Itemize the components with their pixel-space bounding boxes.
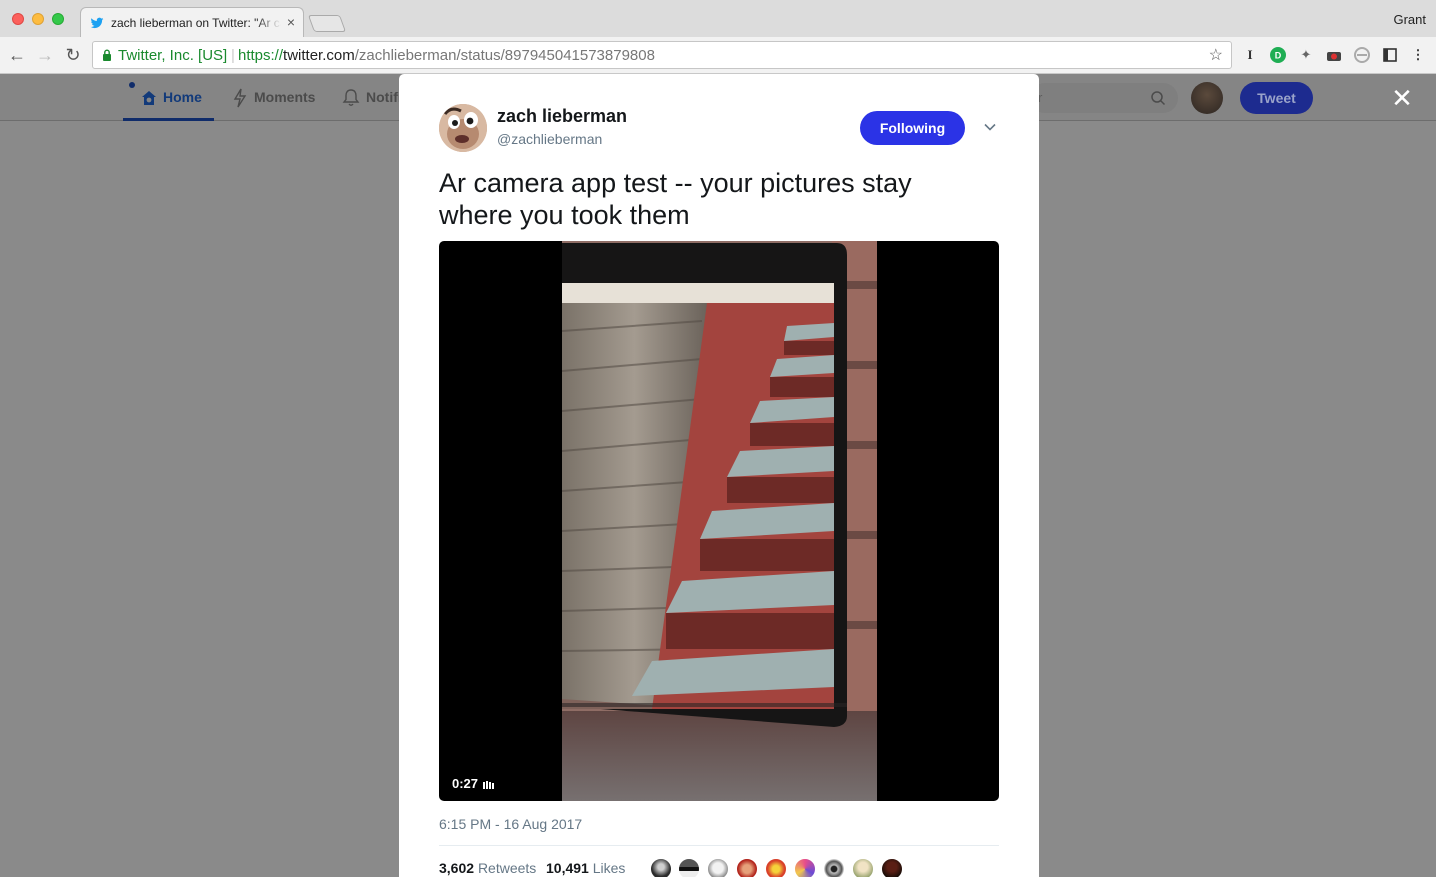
liker-avatar[interactable] bbox=[851, 857, 875, 877]
liker-avatar[interactable] bbox=[764, 857, 788, 877]
bookmark-star-icon[interactable]: ☆ bbox=[1209, 45, 1223, 65]
extension-pin-icon[interactable]: ✦ bbox=[1298, 47, 1314, 63]
liker-avatar[interactable] bbox=[822, 857, 846, 877]
url-separator: | bbox=[231, 47, 235, 64]
extension-window-icon[interactable] bbox=[1382, 47, 1398, 63]
window-close-button[interactable] bbox=[12, 13, 24, 25]
close-icon[interactable]: ✕ bbox=[1390, 85, 1414, 111]
liker-avatar[interactable] bbox=[880, 857, 904, 877]
volume-bars-icon bbox=[483, 781, 495, 789]
author-name[interactable]: zach lieberman bbox=[497, 106, 627, 127]
svg-text:D: D bbox=[1275, 51, 1282, 61]
stats-divider bbox=[439, 845, 999, 846]
address-bar[interactable]: Twitter, Inc. [US] | https://twitter.com… bbox=[92, 41, 1232, 69]
home-notification-dot bbox=[129, 82, 135, 88]
site-identity: Twitter, Inc. [US] bbox=[118, 47, 228, 64]
window-zoom-button[interactable] bbox=[52, 13, 64, 25]
extension-i-icon[interactable]: I bbox=[1242, 47, 1258, 63]
browser-tab-active[interactable]: zach lieberman on Twitter: "Ar camera ap… bbox=[80, 7, 304, 37]
extension-vpn-icon[interactable] bbox=[1354, 47, 1370, 63]
new-tab-button[interactable] bbox=[307, 15, 347, 32]
nav-notifications[interactable]: Notifi bbox=[366, 89, 402, 105]
forward-arrow-icon[interactable]: → bbox=[35, 45, 55, 65]
tweet-text: Ar camera app test -- your pictures stay… bbox=[439, 168, 912, 230]
liker-avatar[interactable] bbox=[706, 857, 730, 877]
notifications-bell-icon bbox=[342, 89, 360, 106]
author-avatar[interactable] bbox=[439, 104, 487, 152]
video-timecode: 0:27 bbox=[452, 776, 495, 791]
liker-avatar[interactable] bbox=[793, 857, 817, 877]
liker-avatar[interactable] bbox=[649, 857, 673, 877]
tweet-permalink-modal: zach lieberman @zachlieberman Following … bbox=[399, 74, 1039, 877]
window-minimize-button[interactable] bbox=[32, 13, 44, 25]
tweet-video[interactable]: 0:27 bbox=[439, 241, 999, 801]
url-text[interactable]: https://twitter.com/zachlieberman/status… bbox=[238, 47, 655, 64]
reload-icon[interactable]: ↻ bbox=[63, 45, 83, 65]
twitter-bird-icon bbox=[90, 17, 104, 29]
author-handle[interactable]: @zachlieberman bbox=[497, 131, 602, 147]
video-frame bbox=[562, 241, 877, 801]
twitter-search-box[interactable]: r bbox=[1030, 83, 1178, 113]
likes-stat[interactable]: 10,491 Likes bbox=[546, 860, 625, 876]
browser-toolbar: ← → ↻ Twitter, Inc. [US] | https://twitt… bbox=[0, 37, 1436, 74]
search-icon[interactable] bbox=[1150, 90, 1166, 106]
back-arrow-icon[interactable]: ← bbox=[7, 45, 27, 65]
tab-close-icon[interactable]: × bbox=[287, 14, 295, 30]
moments-icon bbox=[233, 88, 247, 108]
user-avatar[interactable] bbox=[1191, 82, 1223, 114]
compose-tweet-button[interactable]: Tweet bbox=[1240, 82, 1313, 114]
liker-avatar[interactable] bbox=[677, 857, 701, 877]
home-active-underline bbox=[123, 118, 214, 121]
browser-tab-bar: zach lieberman on Twitter: "Ar camera ap… bbox=[0, 0, 1436, 37]
tweet-timestamp[interactable]: 6:15 PM - 16 Aug 2017 bbox=[439, 816, 582, 832]
home-icon bbox=[142, 91, 156, 105]
retweets-stat[interactable]: 3,602 Retweets bbox=[439, 860, 536, 876]
url-scheme: https:// bbox=[238, 47, 284, 64]
liker-avatar[interactable] bbox=[735, 857, 759, 877]
extension-id-icon[interactable]: D bbox=[1270, 47, 1286, 63]
url-path: /zachlieberman/status/897945041573879808 bbox=[354, 47, 655, 64]
browser-menu-icon[interactable]: ⋮ bbox=[1410, 47, 1426, 63]
nav-moments[interactable]: Moments bbox=[254, 89, 315, 105]
url-host: twitter.com bbox=[283, 47, 355, 64]
extension-camera-icon[interactable] bbox=[1326, 47, 1342, 63]
following-button[interactable]: Following bbox=[860, 111, 965, 145]
chevron-down-icon[interactable] bbox=[983, 120, 997, 134]
tab-title: zach lieberman on Twitter: "Ar camera ap… bbox=[111, 16, 281, 30]
browser-profile-name[interactable]: Grant bbox=[1393, 12, 1426, 27]
nav-home[interactable]: Home bbox=[163, 89, 202, 105]
lock-icon bbox=[103, 49, 111, 61]
